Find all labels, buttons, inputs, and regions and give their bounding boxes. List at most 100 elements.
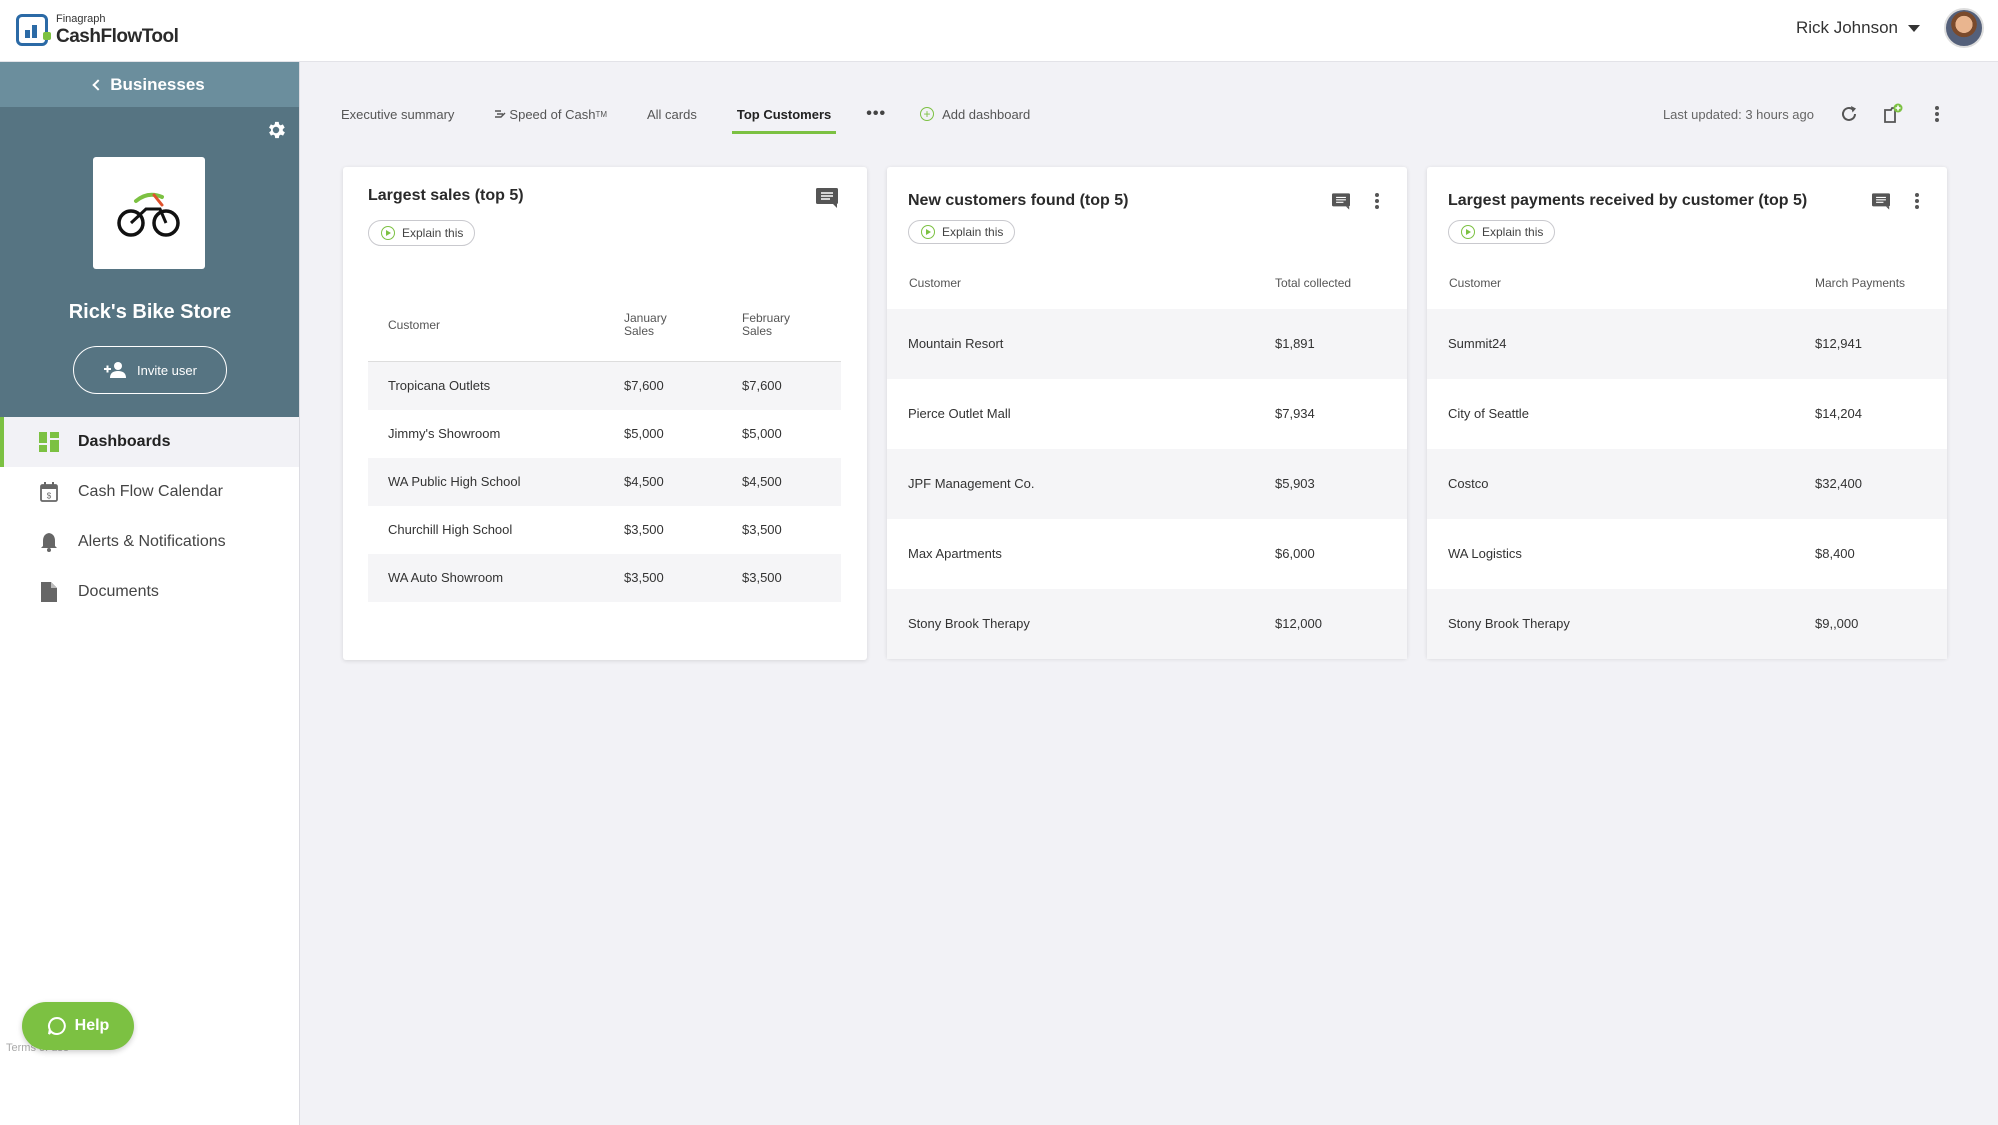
customer-cell: Stony Brook Therapy: [908, 616, 1030, 631]
bicycle-icon: [117, 192, 180, 237]
invite-label: Invite user: [137, 362, 197, 378]
sidebar-item-label: Documents: [78, 583, 159, 600]
more-tabs-icon[interactable]: •••: [866, 105, 886, 123]
explain-label: Explain this: [402, 226, 464, 240]
share-dashboard-icon[interactable]: [1882, 103, 1904, 125]
amount-cell: $3,500: [742, 522, 782, 537]
tab-top-customers[interactable]: Top Customers: [731, 90, 837, 138]
customer-cell: Stony Brook Therapy: [1448, 616, 1570, 631]
tab-label: Executive summary: [341, 106, 455, 122]
app-logo[interactable]: Finagraph CashFlowTool: [16, 13, 179, 46]
tab-executive-summary[interactable]: Executive summary: [336, 90, 459, 138]
customer-cell: WA Public High School: [388, 474, 521, 489]
business-name: Rick's Bike Store: [68, 301, 232, 323]
explain-this-button[interactable]: Explain this: [368, 220, 476, 246]
table-row: WA Auto Showroom $3,500 $3,500: [368, 554, 841, 602]
amount-cell: $3,500: [624, 522, 664, 537]
table-row: WA Public High School $4,500 $4,500: [368, 458, 841, 506]
customer-cell: Mountain Resort: [908, 336, 1004, 351]
table-row: JPF Management Co. $5,903: [887, 449, 1407, 519]
card-largest-sales: Largest sales (top 5) Explain this Custo…: [343, 167, 867, 660]
avatar[interactable]: [1944, 8, 1984, 48]
brand-small: Finagraph: [56, 13, 106, 25]
last-updated-text: Last updated: 3 hours ago: [1662, 106, 1814, 122]
gear-icon[interactable]: [265, 119, 287, 141]
sidebar-item-label: Alerts & Notifications: [78, 533, 226, 550]
amount-cell: $5,000: [624, 426, 664, 441]
add-dashboard-button[interactable]: + Add dashboard: [920, 107, 1030, 122]
customer-cell: Tropicana Outlets: [388, 378, 491, 393]
speed-icon: [495, 110, 506, 118]
chevron-left-icon: [92, 78, 104, 91]
tab-label: Speed of Cash: [509, 106, 596, 122]
customer-cell: City of Seattle: [1448, 406, 1529, 421]
help-label: Help: [74, 1017, 110, 1034]
dashboard-icon: [38, 431, 60, 453]
card-largest-payments: Largest payments received by customer (t…: [1427, 167, 1947, 659]
explain-label: Explain this: [1482, 225, 1544, 239]
document-icon: [38, 581, 60, 603]
logo-icon: [16, 14, 51, 46]
explain-this-button[interactable]: Explain this: [1448, 220, 1556, 244]
businesses-label: Businesses: [110, 74, 205, 94]
business-logo: [93, 157, 205, 269]
comments-icon[interactable]: [1870, 190, 1892, 212]
amount-cell: $9,,000: [1815, 616, 1859, 631]
dashboard-tabs: Executive summary Speed of Cash TM All ca…: [336, 90, 1030, 138]
tab-speed-of-cash[interactable]: Speed of Cash TM: [489, 90, 612, 138]
column-header: February Sales: [742, 311, 791, 339]
amount-cell: $3,500: [742, 570, 782, 585]
explain-this-button[interactable]: Explain this: [908, 220, 1016, 244]
amount-cell: $3,500: [624, 570, 664, 585]
businesses-back-button[interactable]: Businesses: [0, 62, 299, 107]
user-menu[interactable]: Rick Johnson: [1796, 8, 1984, 48]
sidebar-item-label: Dashboards: [78, 433, 171, 450]
tab-label: Top Customers: [736, 106, 832, 122]
tab-all-cards[interactable]: All cards: [642, 90, 702, 138]
caret-down-icon: [1908, 24, 1920, 32]
kebab-menu-icon[interactable]: [1906, 190, 1928, 212]
play-icon: [1461, 225, 1475, 239]
toolbar-right: Last updated: 3 hours ago: [1528, 100, 1998, 128]
customer-cell: JPF Management Co.: [908, 476, 1035, 491]
play-icon: [381, 226, 395, 240]
table-row: WA Logistics $8,400: [1427, 519, 1947, 589]
add-dashboard-label: Add dashboard: [942, 106, 1031, 122]
help-button[interactable]: Help: [22, 1002, 134, 1050]
business-panel: Rick's Bike Store Invite user: [0, 107, 299, 417]
amount-cell: $14,204: [1815, 406, 1862, 421]
column-header: Customer: [388, 318, 441, 332]
column-header: January Sales: [624, 311, 667, 339]
amount-cell: $1,891: [1275, 336, 1315, 351]
sidebar-item-dashboards[interactable]: Dashboards: [0, 417, 299, 467]
amount-cell: $6,000: [1275, 546, 1315, 561]
trademark-mark: TM: [595, 109, 607, 119]
refresh-icon[interactable]: [1838, 103, 1860, 125]
kebab-menu-icon[interactable]: [1926, 103, 1948, 125]
table-row: Stony Brook Therapy $12,000: [887, 589, 1407, 659]
table-row: Mountain Resort $1,891: [887, 309, 1407, 379]
kebab-menu-icon[interactable]: [1366, 190, 1388, 212]
table-row: Churchill High School $3,500 $3,500: [368, 506, 841, 554]
top-bar: Finagraph CashFlowTool Rick Johnson: [0, 0, 1998, 62]
invite-user-button[interactable]: Invite user: [73, 346, 227, 394]
chat-bubble-icon: [47, 1016, 66, 1035]
customer-cell: Max Apartments: [908, 546, 1002, 561]
bell-icon: [38, 531, 60, 553]
column-header: March Payments: [1815, 276, 1906, 290]
tab-label: All cards: [647, 106, 697, 122]
customer-cell: Costco: [1448, 476, 1489, 491]
table-row: Jimmy's Showroom $5,000 $5,000: [368, 410, 841, 458]
comments-icon[interactable]: [816, 187, 838, 209]
sidebar-item-documents[interactable]: Documents: [0, 567, 299, 617]
sidebar-nav: Dashboards $ Cash Flow Calendar Alerts &…: [0, 417, 299, 617]
sidebar-item-cash-flow-calendar[interactable]: $ Cash Flow Calendar: [0, 467, 299, 517]
svg-text:$: $: [47, 492, 52, 501]
table-row: Max Apartments $6,000: [887, 519, 1407, 589]
table-row: Pierce Outlet Mall $7,934: [887, 379, 1407, 449]
comments-icon[interactable]: [1330, 190, 1352, 212]
amount-cell: $7,934: [1275, 406, 1315, 421]
sidebar-item-alerts[interactable]: Alerts & Notifications: [0, 517, 299, 567]
table-row: Tropicana Outlets $7,600 $7,600: [368, 362, 841, 410]
customer-cell: WA Auto Showroom: [388, 570, 504, 585]
